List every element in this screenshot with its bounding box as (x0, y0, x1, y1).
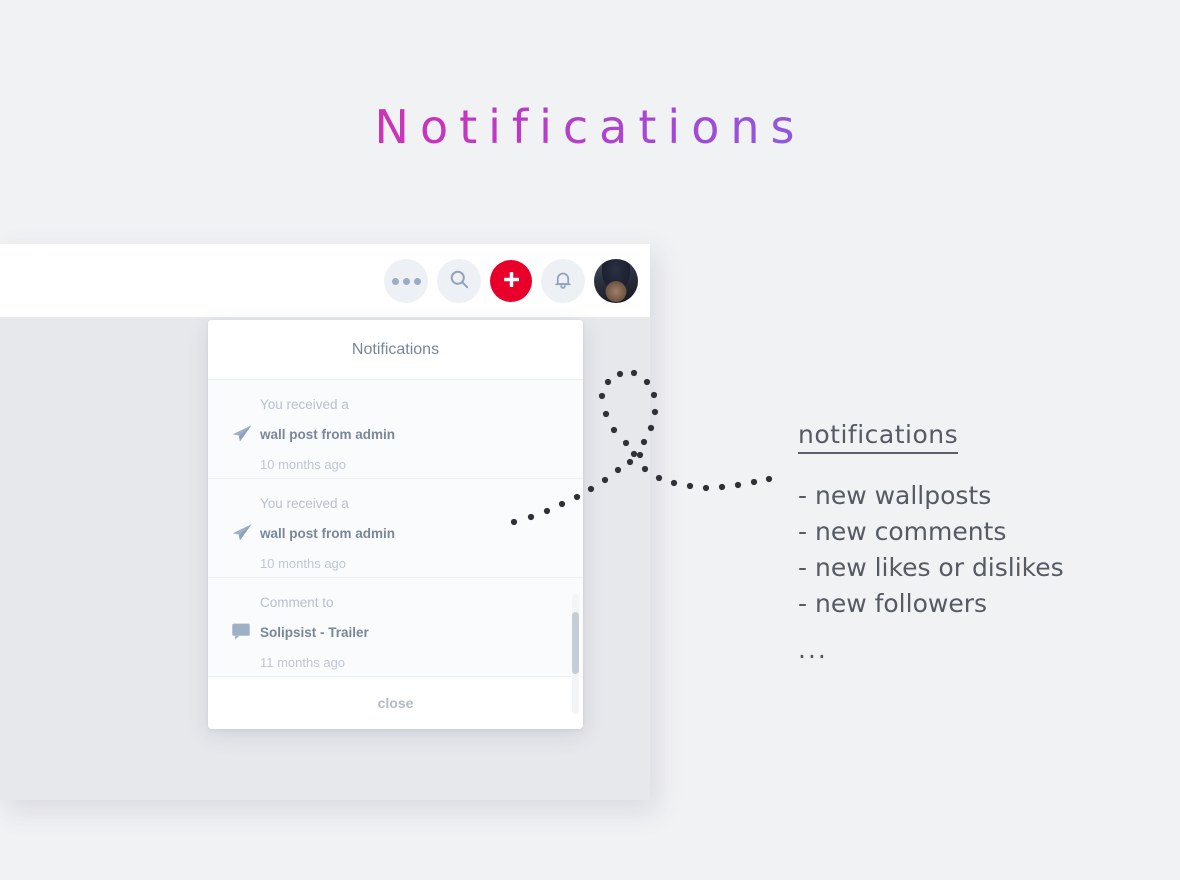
page-title: Notifications (0, 100, 1180, 154)
list-scrollbar-thumb[interactable] (572, 612, 579, 674)
more-button[interactable] (384, 259, 428, 303)
annotation-list-item: - new wallposts (798, 481, 992, 510)
list-item-subject[interactable]: wall post from admin (260, 424, 583, 446)
list-item[interactable]: You received a wall post from admin 10 m… (208, 380, 583, 479)
list-item[interactable]: Comment to Solipsist - Trailer 11 months… (208, 578, 583, 677)
search-icon (448, 268, 471, 294)
app-topbar (0, 244, 650, 318)
plus-icon (501, 269, 522, 293)
add-button[interactable] (490, 260, 532, 302)
comment-bubble-icon (230, 620, 254, 644)
ellipsis-icon (391, 277, 421, 285)
annotation-list-item: - new comments (798, 517, 1007, 546)
annotation-list-item: - new followers (798, 589, 988, 618)
list-item-prefix: You received a (260, 496, 349, 511)
list-item-subject[interactable]: wall post from admin (260, 523, 583, 545)
paper-plane-icon (230, 422, 254, 446)
avatar[interactable] (594, 259, 638, 303)
close-button[interactable]: close (208, 677, 583, 729)
list-item[interactable]: You received a wall post from admin 10 m… (208, 479, 583, 578)
notifications-list: You received a wall post from admin 10 m… (208, 380, 583, 714)
list-item-time: 10 months ago (260, 556, 347, 571)
notifications-panel-title: Notifications (351, 340, 440, 358)
list-item-time: 10 months ago (260, 457, 347, 472)
notifications-panel-header: Notifications (208, 320, 583, 380)
notifications-bell-button[interactable] (541, 259, 585, 303)
topbar-actions (384, 244, 638, 318)
notifications-dropdown: Notifications You received a wall post f… (208, 320, 583, 729)
list-item-subject[interactable]: Solipsist - Trailer (260, 622, 583, 644)
annotation-list: - new wallposts - new comments - new lik… (798, 478, 1138, 622)
close-button-label: close (377, 695, 414, 711)
annotation-title: notifications (798, 420, 959, 454)
annotation-ellipsis: ... (798, 635, 828, 664)
annotation-block: notifications - new wallposts - new comm… (798, 420, 1138, 668)
list-item-time: 11 months ago (260, 655, 346, 670)
annotation-list-item: - new likes or dislikes (798, 553, 1064, 582)
list-item-prefix: You received a (260, 397, 349, 412)
bell-icon (552, 269, 574, 294)
paper-plane-icon (230, 521, 254, 545)
search-button[interactable] (437, 259, 481, 303)
list-scrollbar[interactable] (572, 594, 579, 714)
list-item-prefix: Comment to (260, 595, 334, 610)
